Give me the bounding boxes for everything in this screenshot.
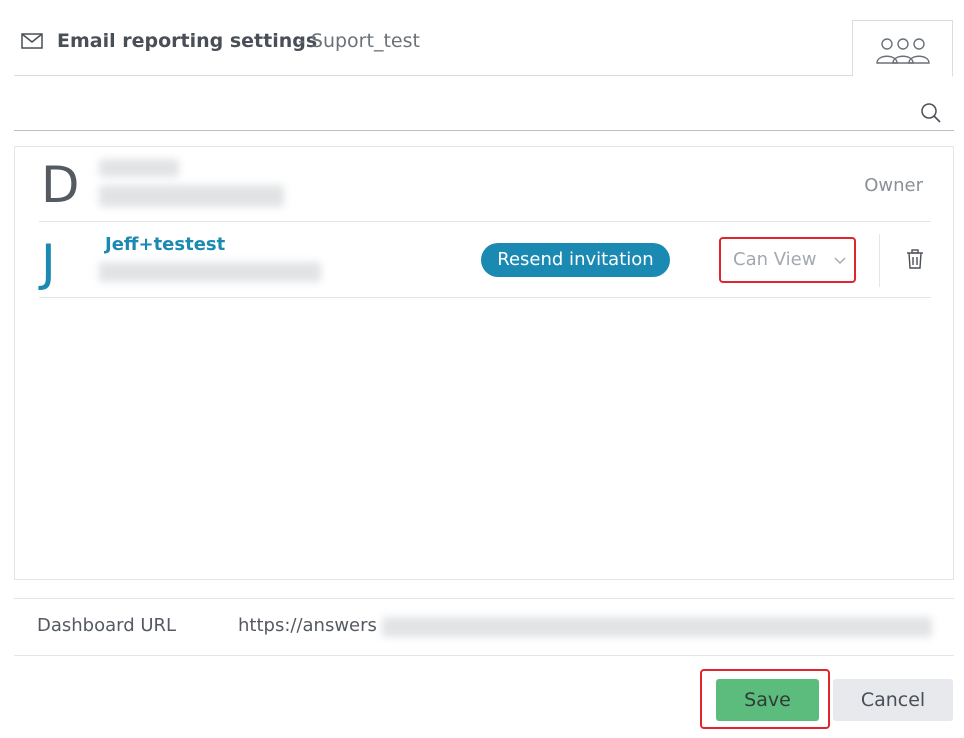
divider bbox=[879, 234, 880, 287]
dashboard-url-value[interactable]: https://answers bbox=[238, 615, 377, 636]
user-email-redacted bbox=[99, 262, 321, 282]
list-item: D Owner bbox=[39, 147, 931, 222]
permission-value: Can View bbox=[733, 249, 817, 270]
dialog-title: Email reporting settings bbox=[57, 30, 318, 52]
avatar: J bbox=[41, 234, 56, 292]
users-group-icon bbox=[876, 38, 930, 64]
url-redacted bbox=[382, 617, 932, 637]
dialog-header: Email reporting settings - Suport_test bbox=[14, 0, 854, 76]
users-list: D Owner J Jeff+testest Resend invitation… bbox=[14, 146, 954, 580]
envelope-icon bbox=[21, 33, 43, 49]
save-button[interactable]: Save bbox=[716, 679, 819, 721]
avatar: D bbox=[41, 156, 80, 214]
cancel-button[interactable]: Cancel bbox=[833, 679, 953, 721]
owner-name-redacted bbox=[99, 159, 179, 177]
dashboard-url-label: Dashboard URL bbox=[37, 615, 177, 636]
user-name: Jeff+testest bbox=[105, 234, 226, 255]
search-input[interactable] bbox=[14, 92, 894, 130]
trash-icon[interactable] bbox=[906, 249, 924, 269]
dashboard-url-row: Dashboard URL https://answers bbox=[14, 598, 954, 656]
resend-invitation-button[interactable]: Resend invitation bbox=[481, 243, 670, 277]
dialog-subtitle: - Suport_test bbox=[298, 30, 420, 52]
list-item: J Jeff+testest Resend invitation Can Vie… bbox=[39, 222, 931, 298]
role-label: Owner bbox=[864, 175, 923, 196]
search-icon[interactable] bbox=[920, 102, 942, 124]
search-bar bbox=[14, 92, 954, 131]
chevron-down-icon bbox=[834, 257, 846, 264]
owner-email-redacted bbox=[99, 185, 284, 207]
tab-users[interactable] bbox=[852, 20, 953, 77]
permission-select[interactable]: Can View bbox=[719, 237, 856, 283]
